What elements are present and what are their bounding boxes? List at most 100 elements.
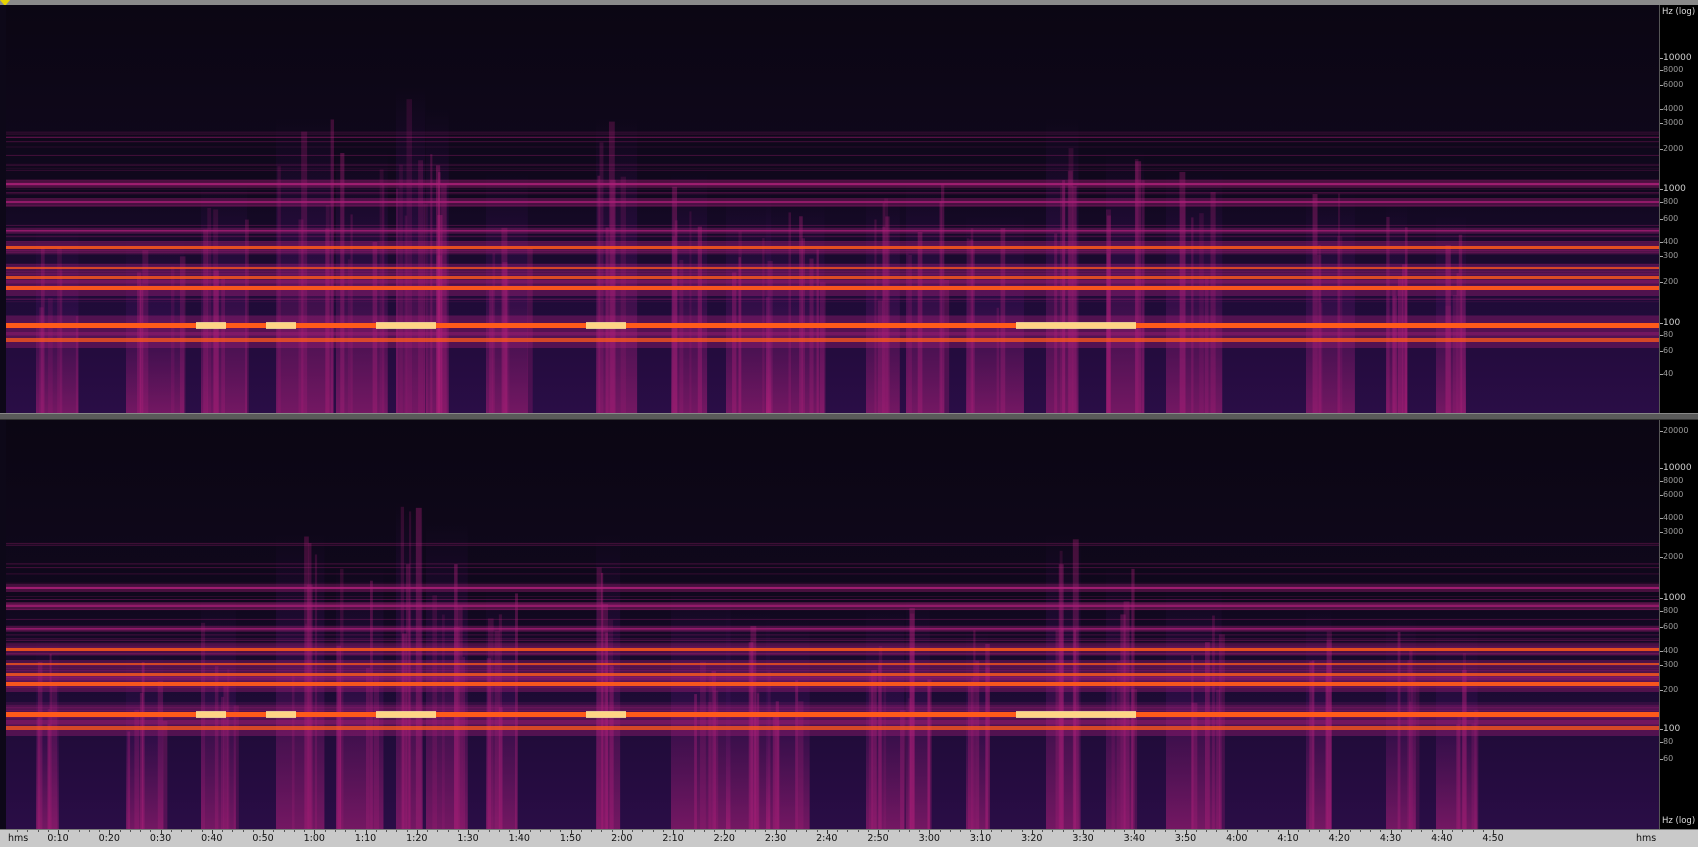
frequency-tick-label: 3000 [1659,118,1684,127]
frequency-tick-label: 200 [1659,277,1679,286]
time-minor-tick [1257,830,1259,832]
activity-streak [871,670,877,829]
band-hotspot [1086,322,1136,329]
time-minor-tick [1154,830,1156,832]
activity-streak [777,720,781,829]
time-axis[interactable]: hms hms 0:10 0:20 0:30 0:40 0:50 1:00 1:10 1:20… [0,829,1698,847]
time-minor-tick [1380,830,1382,832]
harmonic-line [6,137,1659,138]
time-tick-label: 3:20 [1021,833,1043,844]
harmonic-line [6,253,1659,255]
time-minor-tick [662,830,664,832]
harmonic-line [6,193,1659,195]
time-minor-tick [396,830,398,832]
frequency-tick-label: 10000 [1660,53,1692,63]
frequency-tick-label: 800 [1659,197,1679,206]
time-minor-tick [755,830,756,832]
frequency-band [6,663,1659,665]
harmonic-line [6,188,1659,190]
time-minor-tick [1124,830,1125,832]
frequency-tick-label: 8000 [1659,476,1684,485]
frequency-band [6,230,1659,232]
time-minor-tick [642,830,644,832]
time-minor-tick [796,830,797,832]
frequency-tick-label: 3000 [1659,527,1684,536]
time-tick-label: 3:00 [918,833,940,844]
time-tick-label: 1:40 [508,833,530,844]
band-hotspot [586,322,626,329]
time-minor-tick [334,830,336,832]
harmonic-line [6,639,1659,641]
activity-streak [48,298,53,413]
time-unit-label-left: hms [8,833,29,844]
time-minor-tick [355,830,357,832]
harmonic-line [6,192,1659,194]
activity-streak [162,720,168,829]
spectrogram-canvas-1 [6,5,1659,413]
time-minor-tick [1093,830,1095,832]
harmonic-line [6,573,1659,575]
frequency-band [6,712,1659,717]
time-tick-label: 3:50 [1174,833,1197,844]
frequency-band [6,682,1659,686]
time-tick-label: 2:00 [611,833,633,844]
time-minor-tick [242,830,244,832]
harmonic-line [6,599,1659,600]
time-minor-tick [1042,830,1043,832]
time-tick-label: 0:30 [149,833,172,844]
harmonic-line [6,224,1659,226]
frequency-tick-label: 4000 [1659,104,1684,113]
frequency-band [6,648,1659,651]
harmonic-line [6,169,1659,171]
time-minor-tick [1308,830,1310,832]
activity-streak [1461,669,1467,829]
frequency-tick-label: 400 [1659,646,1679,655]
activity-streak [967,681,973,829]
frequency-axis-channel-2: Hz (log) 20000 10000 8000 6000 4000 3000 2000 1… [1659,420,1698,829]
time-minor-tick [734,830,736,832]
time-tick-label: 3:10 [969,833,992,844]
harmonic-line [6,544,1659,546]
frequency-tick-label: 8000 [1659,65,1684,74]
band-hotspot [376,711,436,718]
time-minor-tick [1400,830,1402,832]
time-tick-label: 2:20 [713,833,735,844]
time-minor-tick [1175,830,1177,832]
time-minor-tick [744,830,746,832]
frequency-tick-label: 6000 [1659,80,1684,89]
time-minor-tick [1421,830,1423,832]
time-minor-tick [1144,830,1146,832]
activity-streak [1471,723,1477,829]
activity-streak [1411,672,1416,829]
time-minor-tick [488,830,490,832]
frequency-band [6,267,1659,269]
time-minor-tick [847,830,849,832]
time-minor-tick [119,830,121,832]
time-minor-tick [1462,830,1464,832]
time-minor-tick [447,830,449,832]
frequency-band [6,726,1659,730]
frequency-tick-label: 60 [1659,346,1674,355]
time-minor-tick [785,830,787,832]
frequency-tick-label: 400 [1659,237,1679,246]
frequency-band [6,183,1659,185]
time-tick-label: 4:20 [1328,833,1350,844]
spectrogram-channel-1[interactable] [6,5,1659,413]
time-minor-tick [1482,830,1484,832]
frequency-tick-label: 4000 [1659,513,1684,522]
time-minor-tick [888,830,890,832]
activity-streak [708,675,712,829]
time-unit-label-right: hms [1636,833,1657,844]
time-minor-tick [611,830,613,832]
spectrogram-channel-2[interactable] [6,420,1659,829]
time-minor-tick [1052,830,1054,832]
frequency-band [6,605,1659,607]
frequency-tick-label: 2000 [1659,552,1684,561]
time-minor-tick [1277,830,1279,832]
activity-streak [227,669,230,829]
frequency-unit-label: Hz (log) [1662,816,1696,826]
time-minor-tick [150,830,152,832]
time-minor-tick [529,830,531,832]
band-hotspot [196,322,226,329]
time-minor-tick [1072,830,1074,832]
